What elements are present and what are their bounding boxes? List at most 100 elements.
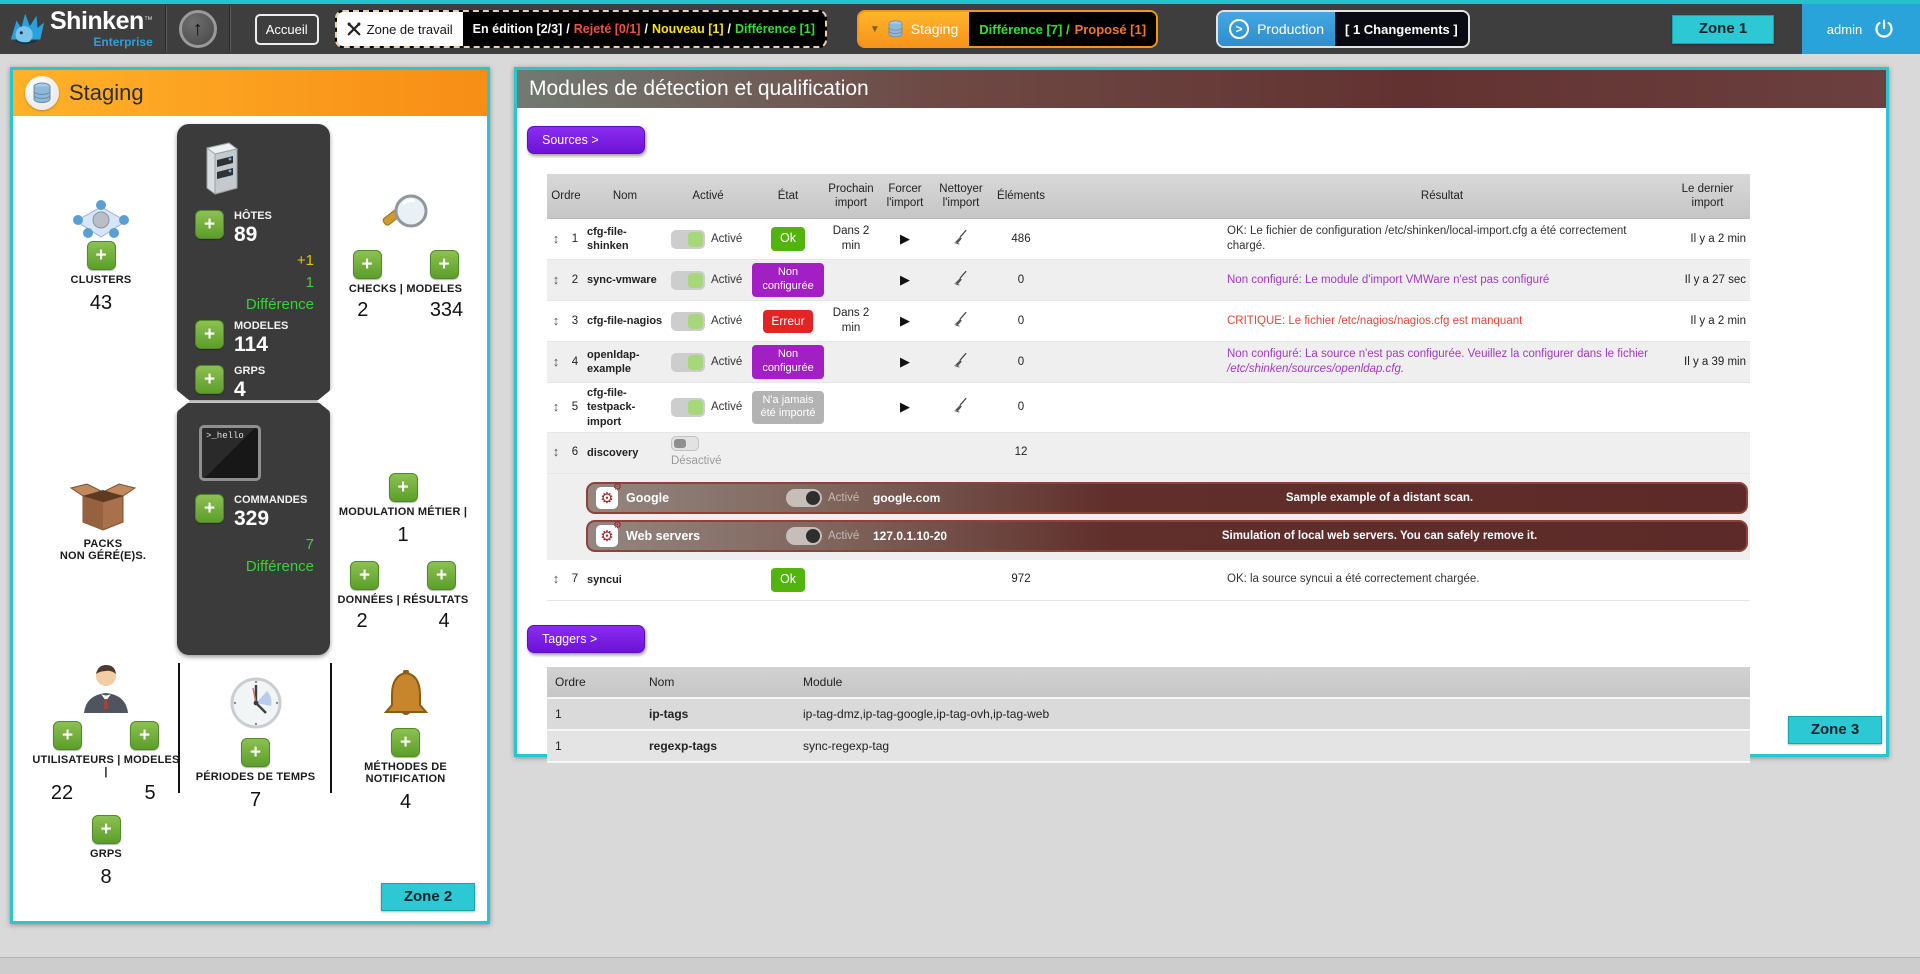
- add-check-button[interactable]: +: [353, 250, 382, 279]
- elements-count: 0: [989, 311, 1053, 332]
- force-import-button[interactable]: ▶: [900, 231, 910, 246]
- staging-dropdown-button[interactable]: ▼ Staging: [859, 12, 969, 46]
- hosts-row[interactable]: + HÔTES 89: [177, 205, 330, 250]
- column-header: Résultat: [1219, 187, 1665, 205]
- add-cluster-button[interactable]: +: [87, 241, 116, 270]
- gears-icon: ⚙⚙: [596, 487, 618, 509]
- scroll-top-button[interactable]: ↑: [179, 10, 217, 48]
- clean-import-button[interactable]: [953, 277, 969, 289]
- admin-menu[interactable]: admin: [1802, 4, 1920, 54]
- enable-toggle[interactable]: [786, 527, 822, 545]
- modulation-label: MODULATION MÉTIER |: [339, 506, 467, 518]
- enable-toggle[interactable]: [671, 398, 705, 417]
- add-user-group-button[interactable]: +: [92, 815, 121, 844]
- power-icon[interactable]: [1873, 18, 1895, 40]
- add-result-button[interactable]: +: [427, 561, 456, 590]
- drag-handle-icon[interactable]: ↕: [547, 568, 565, 591]
- commands-label: COMMANDES: [234, 494, 307, 506]
- navbar-divider: [229, 6, 231, 52]
- source-name: cfg-file-shinken: [585, 222, 665, 257]
- clusters-block[interactable]: + CLUSTERS 43: [43, 195, 159, 315]
- production-changes[interactable]: [ 1 Changements ]: [1335, 12, 1468, 46]
- staging-panel-title: Staging: [69, 80, 144, 106]
- force-import-button[interactable]: ▶: [900, 399, 910, 414]
- hosts-diff-label: Différence: [177, 294, 314, 316]
- users-block[interactable]: + + UTILISATEURS | MODELES | 22 5 + GRPS…: [31, 663, 181, 889]
- clean-import-cell: [933, 308, 989, 335]
- card-notch-left: [174, 388, 190, 414]
- users-count: 22: [47, 782, 77, 805]
- staging-group: ▼ Staging Différence [7] /Proposé [1]: [857, 10, 1158, 48]
- force-import-button[interactable]: ▶: [900, 272, 910, 287]
- add-host-model-button[interactable]: +: [195, 320, 224, 349]
- workzone-button[interactable]: Zone de travail: [337, 12, 463, 46]
- add-host-button[interactable]: +: [195, 210, 224, 239]
- staging-panel-header: Staging: [13, 70, 487, 116]
- taggers-section-button[interactable]: Taggers >: [527, 625, 645, 653]
- clusters-count: 43: [90, 292, 112, 315]
- add-data-button[interactable]: +: [350, 561, 379, 590]
- status-badge: Erreur: [763, 310, 812, 333]
- add-command-button[interactable]: +: [195, 494, 224, 523]
- drag-handle-icon[interactable]: ↕: [547, 396, 565, 419]
- host-groups-row[interactable]: + GRPS 4: [177, 360, 330, 405]
- plus-icon: +: [359, 566, 370, 585]
- result-spacer: [1053, 450, 1219, 456]
- drag-handle-icon[interactable]: ↕: [547, 310, 565, 333]
- shinken-logo[interactable]: Shinken™ Enterprise: [8, 9, 153, 49]
- add-user-model-button[interactable]: +: [130, 721, 159, 750]
- add-modulation-button[interactable]: +: [389, 473, 418, 502]
- packs-block[interactable]: PACKS NON GÉRÉ(E)S.: [43, 478, 163, 562]
- staging-label: Staging: [911, 21, 958, 37]
- modules-panel: Modules de détection et qualification So…: [514, 67, 1889, 757]
- drag-handle-icon[interactable]: ↕: [547, 351, 565, 374]
- drag-handle-icon[interactable]: ↕: [547, 269, 565, 292]
- enable-toggle[interactable]: [671, 271, 705, 290]
- sources-table: OrdreNomActivéÉtatProchain importForcer …: [547, 174, 1750, 601]
- add-notification-method-button[interactable]: +: [391, 728, 420, 757]
- enable-toggle[interactable]: [671, 230, 705, 249]
- source-state-cell: Ok: [751, 224, 825, 254]
- timeperiods-block[interactable]: + PÉRIODES DE TEMPS 7: [188, 676, 323, 812]
- add-host-group-button[interactable]: +: [195, 365, 224, 394]
- enable-toggle[interactable]: [671, 353, 705, 372]
- clean-import-cell: [933, 577, 989, 583]
- production-button[interactable]: > Production: [1218, 12, 1335, 46]
- enable-toggle[interactable]: [671, 312, 705, 331]
- add-check-model-button[interactable]: +: [430, 250, 459, 279]
- commands-row[interactable]: + COMMANDES 329: [177, 489, 330, 534]
- force-import-button[interactable]: ▶: [900, 354, 910, 369]
- data-results-block[interactable]: + + DONNÉES | RÉSULTATS 2 4: [328, 561, 478, 633]
- home-button[interactable]: Accueil: [255, 14, 319, 45]
- clean-import-button[interactable]: [953, 359, 969, 371]
- enable-toggle[interactable]: [786, 489, 822, 507]
- clean-import-button[interactable]: [953, 404, 969, 416]
- server-icon: [199, 140, 330, 201]
- sources-section-button[interactable]: Sources >: [527, 126, 645, 154]
- result-spacer: [1053, 318, 1219, 324]
- clean-import-button[interactable]: [953, 236, 969, 248]
- checks-block[interactable]: + + CHECKS | MODELES 2 334: [338, 190, 473, 322]
- workzone-counters[interactable]: En édition [2/3]/Rejeté [0/1]/Nouveau [1…: [463, 12, 825, 46]
- drag-handle-icon[interactable]: ↕: [547, 228, 565, 251]
- staging-counters[interactable]: Différence [7] /Proposé [1]: [969, 12, 1156, 46]
- next-import: [825, 359, 877, 365]
- drag-handle-icon[interactable]: ↕: [547, 441, 565, 464]
- modulation-block[interactable]: + MODULATION MÉTIER | 1: [328, 473, 478, 547]
- enable-toggle[interactable]: [671, 436, 699, 451]
- plus-icon: +: [95, 246, 106, 265]
- force-import-button[interactable]: ▶: [900, 313, 910, 328]
- source-row: ↕6discoveryDésactivé12: [547, 433, 1750, 474]
- rule-name: Google: [626, 491, 786, 505]
- tagger-row: 1regexp-tagssync-regexp-tag: [547, 731, 1750, 763]
- host-models-row[interactable]: + MODELES 114: [177, 315, 330, 360]
- add-user-button[interactable]: +: [53, 721, 82, 750]
- commands-diff-count: 7: [177, 534, 314, 556]
- next-import: [825, 404, 877, 410]
- gears-icon: ⚙⚙: [596, 525, 618, 547]
- rule-enabled-cell: Activé: [786, 489, 873, 507]
- brand-tm: ™: [144, 15, 153, 25]
- clean-import-button[interactable]: [953, 318, 969, 330]
- notification-methods-block[interactable]: + MÉTHODES DE NOTIFICATION 4: [333, 668, 478, 814]
- add-timeperiod-button[interactable]: +: [241, 738, 270, 767]
